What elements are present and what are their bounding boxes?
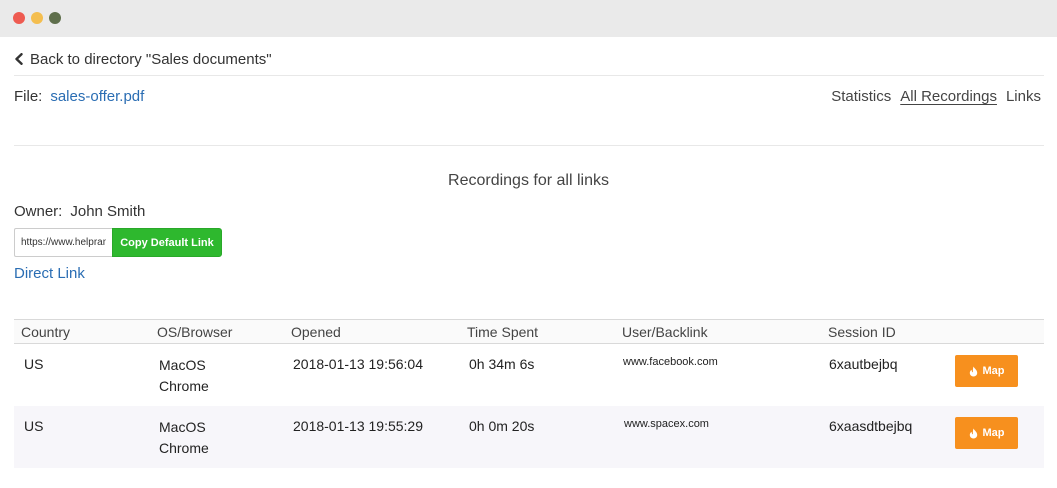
cell-backlink: www.facebook.com [623,356,718,368]
map-button-label: Map [982,427,1005,439]
nav-all-recordings[interactable]: All Recordings [900,88,997,105]
column-header-os-browser: OS/Browser [157,324,233,340]
cell-country: US [24,418,44,434]
nav-links[interactable]: Links [1006,88,1041,105]
fire-icon [969,428,977,438]
default-link-input[interactable] [14,228,112,257]
cell-time-spent: 0h 0m 20s [469,418,535,434]
window-titlebar [0,0,1057,37]
file-label: File: [14,88,43,105]
direct-link[interactable]: Direct Link [14,265,85,282]
map-button-label: Map [982,365,1005,377]
cell-session-id: 6xautbejbq [829,356,898,372]
cell-browser: Chrome [159,440,209,456]
view-nav: Statistics All Recordings Links [822,88,1041,105]
table-row: US MacOS Chrome 2018-01-13 19:56:04 0h 3… [14,344,1044,406]
file-info: File: sales-offer.pdf [14,88,144,105]
cell-os: MacOS [159,419,206,435]
map-button[interactable]: Map [955,355,1018,387]
table-row: US MacOS Chrome 2018-01-13 19:55:29 0h 0… [14,406,1044,468]
divider [14,145,1044,146]
column-header-opened: Opened [291,324,341,340]
minimize-window-button[interactable] [31,12,43,24]
cell-backlink: www.spacex.com [624,418,709,430]
cell-browser: Chrome [159,378,209,394]
owner-label: Owner: [14,203,63,220]
column-header-country: Country [21,324,71,340]
recordings-table: Country OS/Browser Opened Time Spent Use… [14,319,1044,468]
owner-name: John Smith [70,203,146,220]
column-header-user-backlink: User/Backlink [622,324,708,340]
divider [14,75,1044,76]
file-name-link[interactable]: sales-offer.pdf [50,88,144,105]
map-button[interactable]: Map [955,417,1018,449]
cell-session-id: 6xaasdtbejbq [829,418,913,434]
app-window: Back to directory "Sales documents" File… [0,0,1057,488]
cell-os: MacOS [159,357,206,373]
table-header: Country OS/Browser Opened Time Spent Use… [14,319,1044,344]
section-title: Recordings for all links [448,172,609,189]
copy-default-link-button[interactable]: Copy Default Link [112,228,222,257]
column-header-session-id: Session ID [828,324,896,340]
back-link-label: Back to directory "Sales documents" [30,50,272,68]
fire-icon [969,366,977,376]
close-window-button[interactable] [13,12,25,24]
cell-opened: 2018-01-13 19:56:04 [293,356,423,372]
cell-opened: 2018-01-13 19:55:29 [293,418,423,434]
cell-time-spent: 0h 34m 6s [469,356,535,372]
back-to-directory-link[interactable]: Back to directory "Sales documents" [14,49,272,69]
chevron-left-icon [15,53,23,65]
cell-country: US [24,356,44,372]
owner-info: Owner: John Smith [14,203,145,220]
nav-statistics[interactable]: Statistics [831,88,891,105]
maximize-window-button[interactable] [49,12,61,24]
column-header-time-spent: Time Spent [467,324,539,340]
